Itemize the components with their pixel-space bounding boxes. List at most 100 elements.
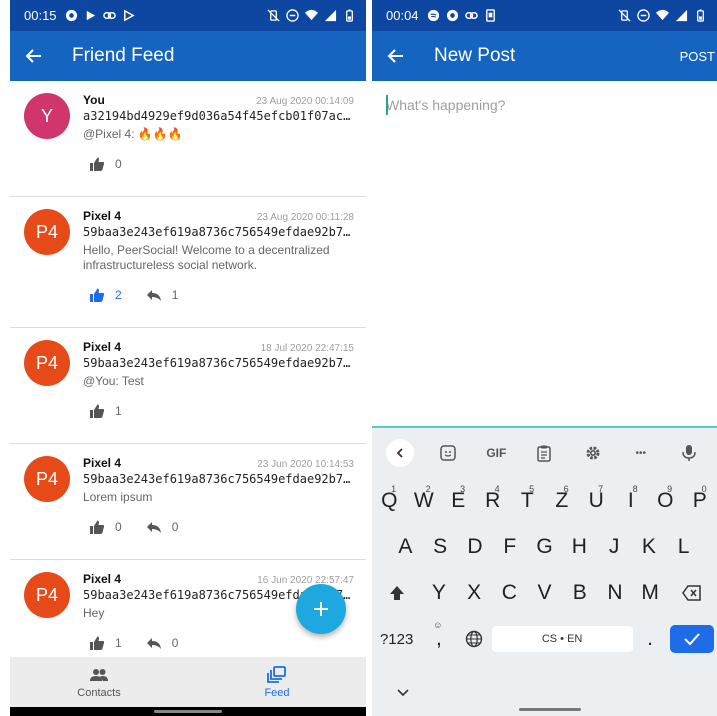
like-button[interactable]: 1 [89, 635, 122, 651]
back-button[interactable] [10, 31, 58, 81]
more-label: ••• [635, 447, 647, 459]
key-m[interactable]: M [633, 570, 668, 616]
avatar[interactable]: P4 [24, 572, 70, 618]
key-hint: 5 [529, 484, 535, 494]
shift-key[interactable] [372, 570, 421, 616]
post-date: 23 Aug 2020 00:11:28 [256, 212, 354, 223]
key-h[interactable]: H [562, 524, 597, 570]
key-r[interactable]: R4 [476, 478, 511, 524]
key-label: W [413, 489, 434, 512]
avatar[interactable]: P4 [24, 340, 70, 386]
avatar[interactable]: Y [24, 93, 70, 139]
soft-keyboard: GIF ••• Q1W2E3R4T5Z6U7I8O9P0 ASDFGHJKL Y… [372, 426, 717, 716]
key-l[interactable]: L [666, 524, 701, 570]
feed-post[interactable]: P4 Pixel 4 18 Jul 2020 22:47:15 59baa3e243e… [10, 328, 366, 444]
reply-button[interactable]: 0 [146, 635, 178, 651]
space-key-label: CS • EN [491, 626, 633, 652]
battery-icon [343, 9, 356, 22]
post-hash: a32194bd4929ef9d036a54f45efcb01f07ac… [83, 109, 351, 123]
gif-button[interactable]: GIF [482, 439, 510, 467]
reply-button[interactable]: 1 [146, 287, 179, 303]
language-key[interactable] [456, 616, 491, 662]
key-hint: 9 [667, 484, 673, 494]
clipboard-icon [537, 445, 552, 462]
key-i[interactable]: I8 [614, 478, 649, 524]
post-message: @You: Test [83, 374, 144, 388]
arrow-left-icon [25, 49, 41, 63]
new-post-button[interactable] [296, 584, 346, 634]
enter-key[interactable] [668, 616, 717, 662]
keyboard-collapse-button[interactable] [386, 439, 415, 467]
wifi-icon [656, 9, 669, 22]
avatar[interactable]: P4 [24, 209, 70, 255]
key-c[interactable]: C [492, 570, 527, 616]
key-hint: 6 [563, 484, 569, 494]
settings-button[interactable] [579, 439, 607, 467]
key-x[interactable]: X [456, 570, 491, 616]
thumb-up-icon [90, 404, 105, 418]
sticker-button[interactable] [434, 439, 462, 467]
key-v[interactable]: V [527, 570, 562, 616]
comma-key-alt: ☺ [433, 620, 443, 630]
post-text-input[interactable] [386, 97, 706, 397]
key-n[interactable]: N [597, 570, 632, 616]
post-button[interactable]: POST [680, 49, 717, 64]
key-g[interactable]: G [527, 524, 562, 570]
post-date: 16 Jun 2020 22:57:47 [257, 575, 354, 586]
post-author: Pixel 4 [83, 456, 122, 470]
post-hash: 59baa3e243ef619a8736c756549efdae92b7… [83, 225, 351, 239]
key-j[interactable]: J [597, 524, 632, 570]
key-z[interactable]: Z6 [545, 478, 580, 524]
more-button[interactable]: ••• [627, 439, 655, 467]
key-a[interactable]: A [388, 524, 423, 570]
backspace-key[interactable] [668, 570, 717, 616]
back-button[interactable] [372, 31, 420, 81]
avatar[interactable]: P4 [24, 456, 70, 502]
voice-input-button[interactable] [675, 439, 703, 467]
key-p[interactable]: P0 [683, 478, 717, 524]
status-bar: 00:15 [10, 0, 366, 31]
period-key[interactable]: . [633, 616, 668, 662]
like-button[interactable]: 0 [89, 519, 122, 535]
globe-icon [465, 630, 483, 648]
feed-post[interactable]: P4 Pixel 4 23 Jun 2020 10:14:53 59baa3e243e… [10, 444, 366, 560]
reply-button[interactable]: 0 [146, 519, 178, 535]
key-f[interactable]: F [492, 524, 527, 570]
thumb-up-icon [90, 520, 105, 534]
key-t[interactable]: T5 [510, 478, 545, 524]
feed-list[interactable]: Y You 23 Aug 2020 00:14:09 a32194bd4929ef9d… [10, 81, 366, 657]
key-o[interactable]: O9 [648, 478, 683, 524]
nav-contacts[interactable]: Contacts [10, 657, 188, 707]
key-hint: 2 [425, 484, 431, 494]
dnd-icon [637, 9, 650, 22]
page-title: Friend Feed [72, 45, 175, 66]
key-q[interactable]: Q1 [372, 478, 407, 524]
key-b[interactable]: B [562, 570, 597, 616]
key-y[interactable]: Y [421, 570, 456, 616]
key-d[interactable]: D [458, 524, 493, 570]
nav-feed[interactable]: Feed [188, 657, 366, 707]
key-w[interactable]: W2 [407, 478, 442, 524]
like-button[interactable]: 2 [89, 287, 122, 303]
feed-post[interactable]: P4 Pixel 4 23 Aug 2020 00:11:28 59baa3e243e… [10, 197, 366, 328]
key-e[interactable]: E3 [441, 478, 476, 524]
gif-label: GIF [486, 446, 507, 460]
clipboard-button[interactable] [530, 439, 558, 467]
text-cursor [386, 95, 388, 115]
like-button[interactable]: 0 [89, 156, 122, 172]
key-s[interactable]: S [423, 524, 458, 570]
post-author: Pixel 4 [83, 209, 122, 223]
space-key[interactable]: CS • EN [491, 616, 633, 662]
feed-post[interactable]: Y You 23 Aug 2020 00:14:09 a32194bd4929ef9d… [10, 81, 366, 197]
thumb-up-icon [90, 157, 105, 171]
key-k[interactable]: K [631, 524, 666, 570]
chevron-down-icon[interactable] [396, 688, 410, 698]
symbols-key[interactable]: ?123 [372, 616, 421, 662]
key-hint: 1 [391, 484, 397, 494]
reply-count: 1 [171, 288, 179, 302]
post-date: 23 Jun 2020 10:14:53 [257, 459, 354, 470]
post-message: Lorem ipsum [83, 490, 153, 504]
like-button[interactable]: 1 [89, 403, 122, 419]
key-u[interactable]: U7 [579, 478, 614, 524]
comma-key[interactable]: ☺ , [421, 616, 456, 662]
